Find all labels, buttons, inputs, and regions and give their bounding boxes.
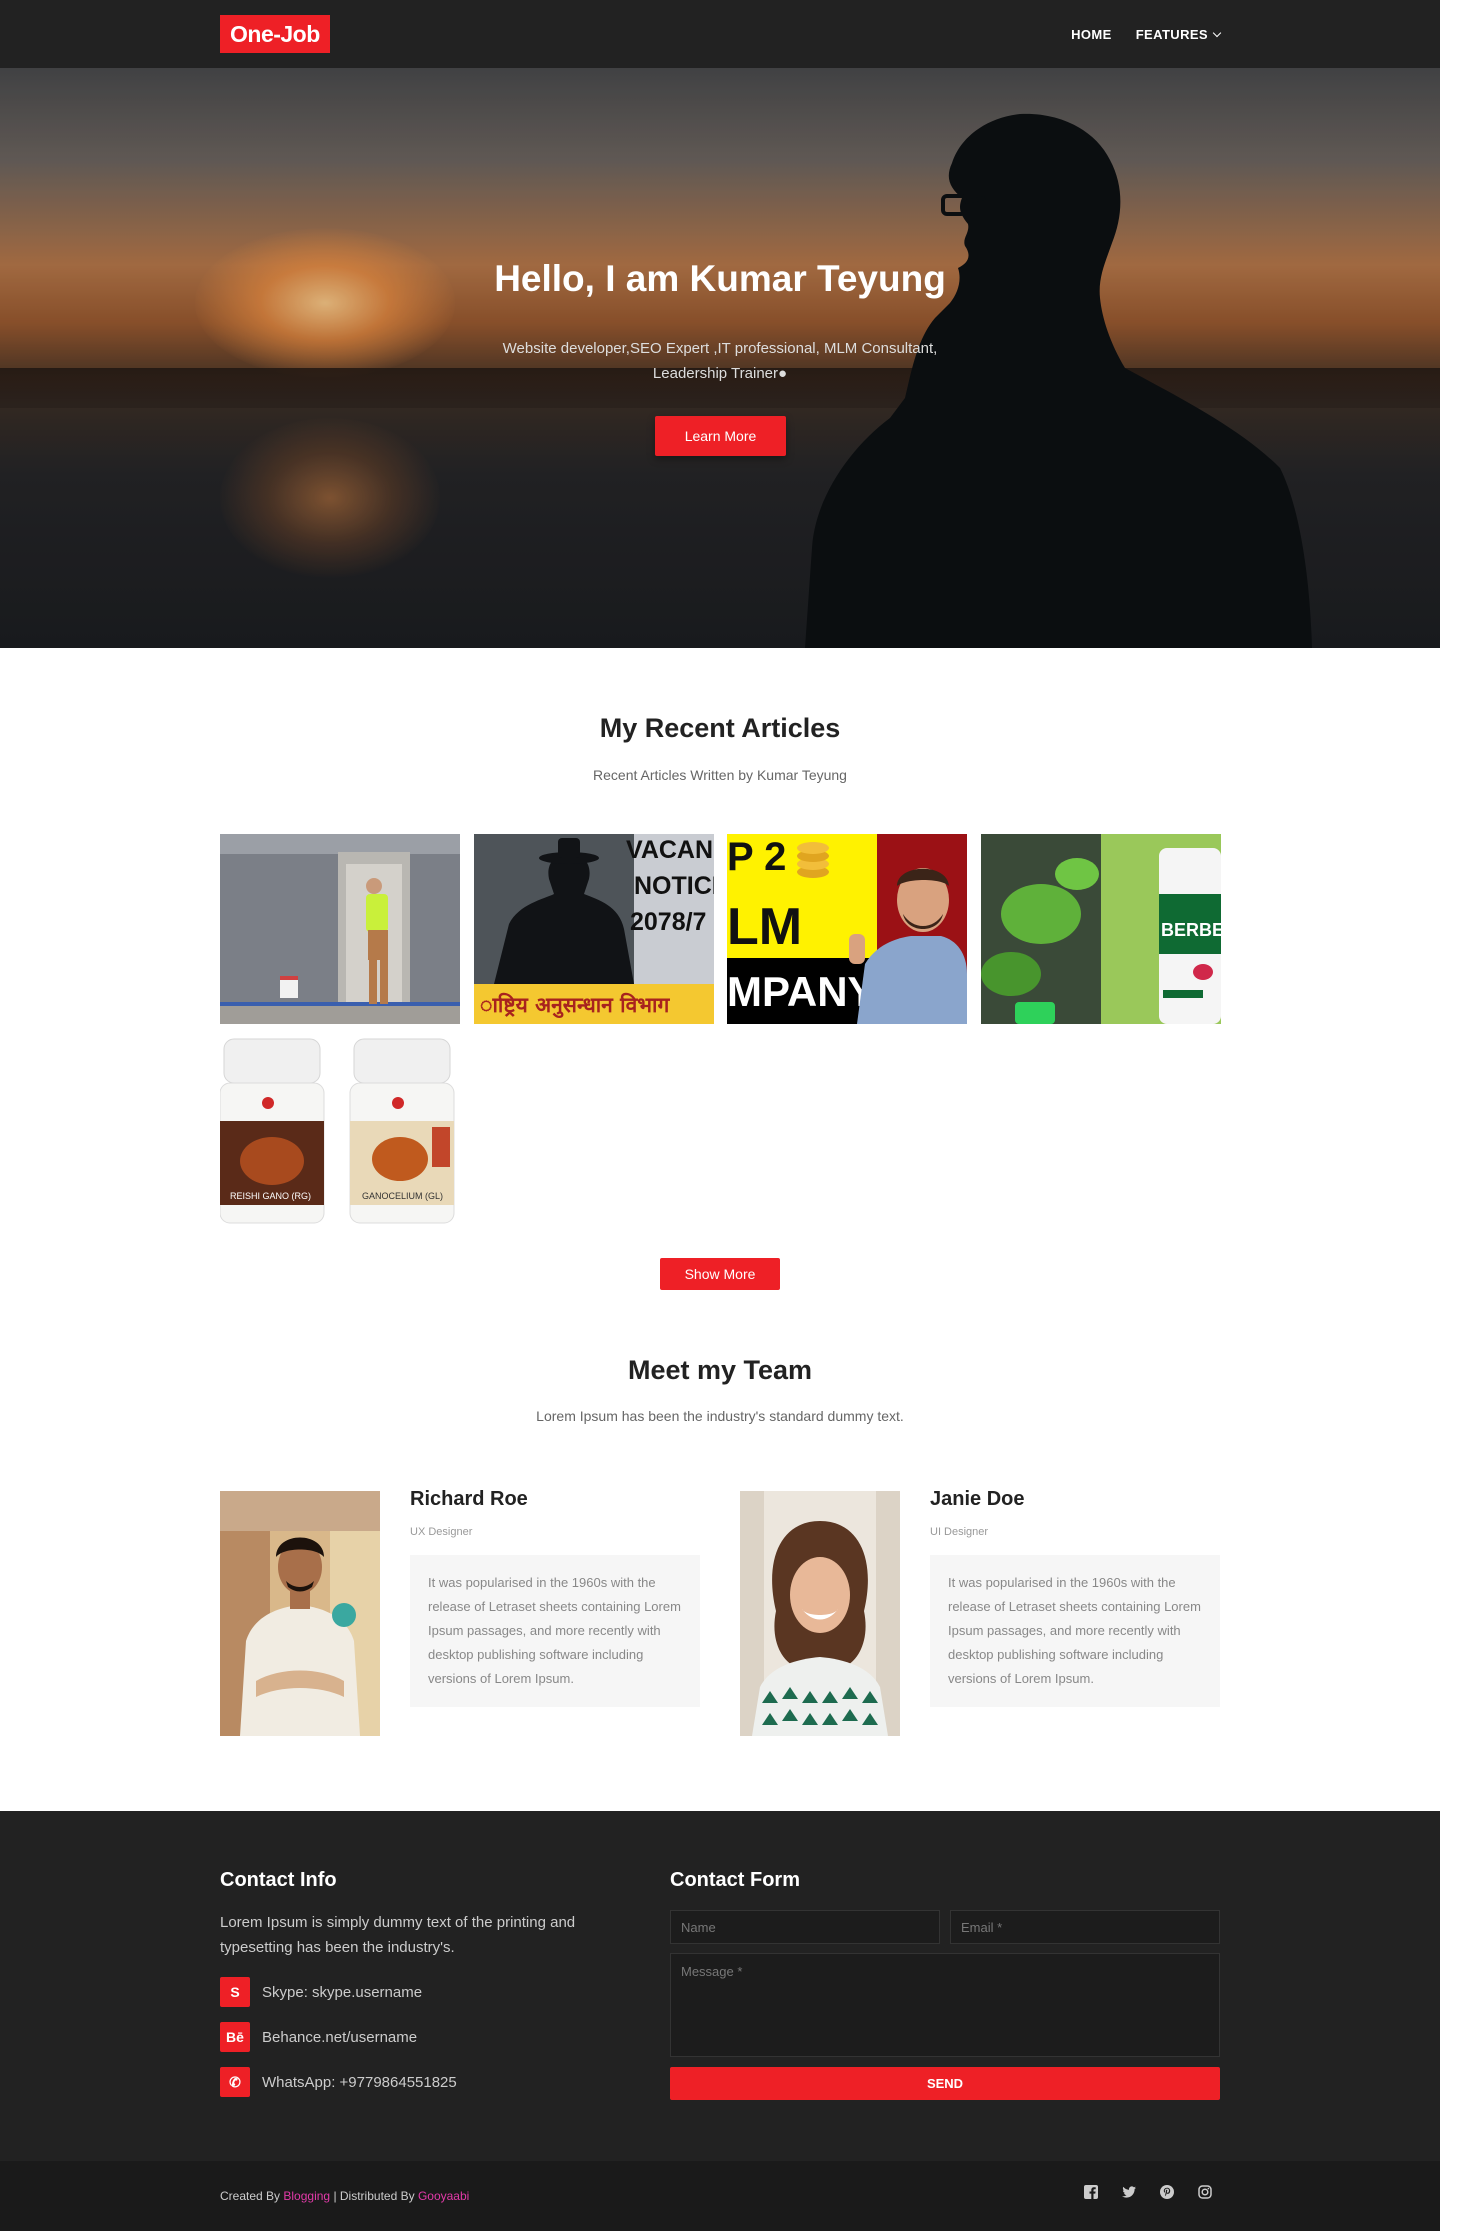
team-member-1-name: Richard Roe — [410, 1488, 528, 1510]
nav-menu: HOME FEATURES — [1071, 0, 1222, 68]
team-member-2-bio: It was popularised in the 1960s with the… — [930, 1555, 1220, 1707]
pinterest-icon[interactable] — [1160, 2185, 1174, 2199]
contact-whatsapp-row[interactable]: ✆ WhatsApp: +9779864551825 — [220, 2067, 457, 2097]
mlm-text-1: P 2 — [727, 835, 786, 879]
team-member-2-name: Janie Doe — [930, 1488, 1025, 1510]
hero-subtitle: Website developer,SEO Expert ,IT profess… — [502, 340, 938, 382]
mlm-text-2: LM — [727, 898, 802, 956]
article-image-berberine: BERBERI — [981, 834, 1221, 1024]
team-subtitle: Lorem Ipsum has been the industry's stan… — [536, 1408, 904, 1424]
twitter-icon[interactable] — [1122, 2185, 1136, 2199]
nav-home-link[interactable]: HOME — [1071, 27, 1112, 42]
facebook-icon[interactable] — [1084, 2185, 1098, 2199]
email-input[interactable] — [950, 1910, 1220, 1944]
distributed-by-text: | Distributed By — [333, 2189, 415, 2203]
contact-behance-row[interactable]: Bē Behance.net/username — [220, 2022, 417, 2052]
team-member-2-role: UI Designer — [930, 1526, 989, 1538]
social-links — [1084, 2185, 1212, 2199]
name-input[interactable] — [670, 1910, 940, 1944]
contact-skype-text: Skype: skype.username — [262, 1983, 423, 2001]
contact-footer: Contact Info Lorem Ipsum is simply dummy… — [0, 1811, 1440, 2161]
learn-more-button[interactable]: Learn More — [655, 416, 786, 456]
article-card-1[interactable] — [220, 834, 460, 1024]
article-card-5[interactable]: REISHI GANO (RG) GANOCELIUM (GL) — [220, 1037, 460, 1227]
top-navbar: One-Job HOME FEATURES — [0, 0, 1440, 68]
message-textarea[interactable] — [670, 1953, 1220, 2057]
contact-info-text: Lorem Ipsum is simply dummy text of the … — [220, 1914, 576, 1956]
contact-info-title: Contact Info — [220, 1869, 337, 1891]
articles-title: My Recent Articles — [599, 713, 841, 743]
send-button[interactable]: SEND — [670, 2067, 1220, 2100]
nav-features-label: FEATURES — [1135, 26, 1208, 42]
instagram-icon[interactable] — [1198, 2185, 1212, 2199]
article-image-reishi-bottles: REISHI GANO (RG) GANOCELIUM (GL) — [220, 1037, 460, 1227]
nav-features-dropdown[interactable]: FEATURES — [1135, 26, 1222, 42]
show-more-button[interactable]: Show More — [660, 1258, 780, 1290]
created-by-text: Created By — [220, 2189, 281, 2203]
vacancy-text-1: VACANC — [626, 836, 714, 864]
article-card-2[interactable]: VACANC NOTICE 2078/7 ाष्ट्रिय अनुसन्धान … — [474, 834, 714, 1024]
reishi-label-1: REISHI GANO (RG) — [230, 1191, 311, 1201]
articles-subtitle: Recent Articles Written by Kumar Teyung — [593, 767, 847, 783]
vacancy-text-2: NOTICE — [634, 872, 714, 900]
whatsapp-icon: ✆ — [220, 2067, 250, 2097]
behance-icon: Bē — [220, 2022, 250, 2052]
blogging-link[interactable]: Blogging — [283, 2189, 330, 2203]
article-image-worker — [220, 834, 460, 1024]
brand-logo[interactable]: One-Job — [220, 15, 330, 53]
team-title: Meet my Team — [627, 1355, 813, 1385]
vacancy-banner: ाष्ट्रिय अनुसन्धान विभाग — [480, 992, 670, 1019]
hero-banner: Hello, I am Kumar Teyung Website develop… — [0, 68, 1440, 648]
bottom-bar: Created By Blogging | Distributed By Goo… — [0, 2161, 1440, 2231]
hero-title: Hello, I am Kumar Teyung — [494, 258, 946, 299]
article-card-3[interactable]: P 2 LM MPANY — [727, 834, 967, 1024]
reishi-label-2: GANOCELIUM (GL) — [362, 1191, 443, 1201]
chevron-down-icon — [1212, 28, 1222, 37]
avatar-janie — [740, 1491, 900, 1736]
contact-form-title: Contact Form — [670, 1869, 800, 1891]
contact-skype-row[interactable]: S Skype: skype.username — [220, 1977, 422, 2007]
team-member-1-role: UX Designer — [410, 1526, 473, 1538]
team-member-1-bio: It was popularised in the 1960s with the… — [410, 1555, 700, 1707]
mlm-text-3: MPANY — [727, 968, 876, 1015]
article-card-4[interactable]: BERBERI — [981, 834, 1221, 1024]
berberine-label: BERBERI — [1161, 920, 1221, 940]
team-member-1-photo — [220, 1491, 380, 1736]
article-image-mlm-company: P 2 LM MPANY — [727, 834, 967, 1024]
gooyaabi-link[interactable]: Gooyaabi — [418, 2189, 469, 2203]
contact-behance-text: Behance.net/username — [262, 2028, 418, 2046]
article-image-vacancy-notice: VACANC NOTICE 2078/7 ाष्ट्रिय अनुसन्धान … — [474, 834, 714, 1024]
avatar-richard — [220, 1491, 380, 1736]
footer-credits: Created By Blogging | Distributed By Goo… — [220, 2189, 469, 2203]
skype-icon: S — [220, 1977, 250, 2007]
vacancy-text-3: 2078/7 — [630, 908, 706, 936]
contact-whatsapp-text: WhatsApp: +9779864551825 — [262, 2073, 457, 2091]
team-member-2-photo — [740, 1491, 900, 1736]
